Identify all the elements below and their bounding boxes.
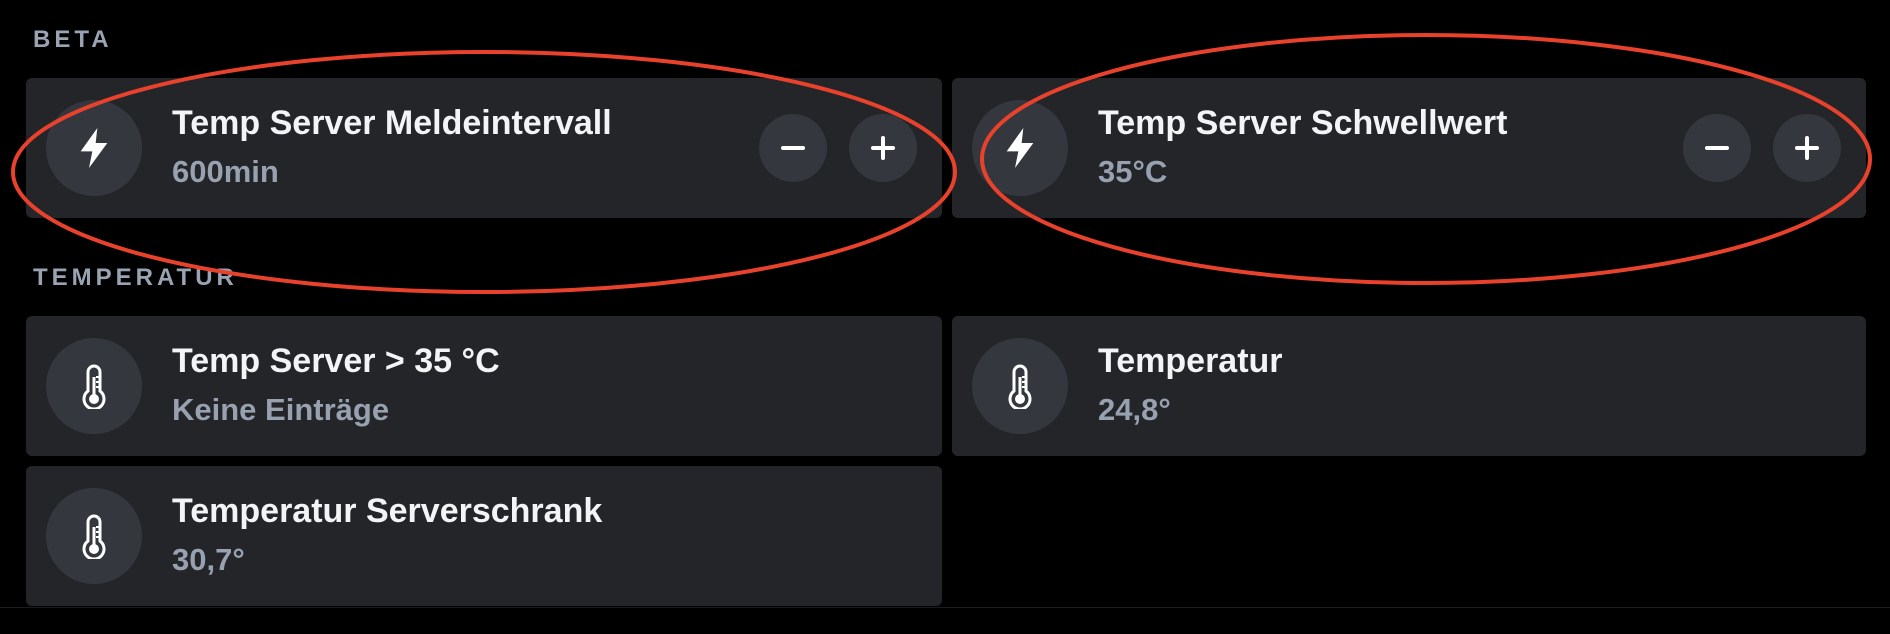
section-title-beta: BETA	[33, 26, 113, 53]
card-temperatur[interactable]: Temperatur 24,8°	[952, 316, 1866, 456]
card-title: Temp Server Meldeintervall	[172, 104, 612, 142]
card-title: Temp Server > 35 °C	[172, 342, 500, 380]
card-title: Temperatur Serverschrank	[172, 492, 603, 530]
plus-icon	[1795, 136, 1819, 160]
card-serverschrank[interactable]: Temperatur Serverschrank 30,7°	[26, 466, 942, 606]
minus-icon	[1705, 146, 1729, 150]
card-temp-alert[interactable]: Temp Server > 35 °C Keine Einträge	[26, 316, 942, 456]
card-value: 24,8°	[1098, 392, 1171, 427]
thermometer-icon	[46, 488, 142, 584]
card-title: Temperatur	[1098, 342, 1283, 380]
decrement-button[interactable]	[759, 114, 827, 182]
card-schwellwert[interactable]: Temp Server Schwellwert 35°C	[952, 78, 1866, 218]
plus-icon	[871, 136, 895, 160]
decrement-button[interactable]	[1683, 114, 1751, 182]
card-title: Temp Server Schwellwert	[1098, 104, 1508, 142]
thermometer-icon	[46, 338, 142, 434]
card-value: Keine Einträge	[172, 392, 390, 427]
bottom-divider	[0, 607, 1890, 608]
dashboard: BETA Temp Server Meldeintervall 600min T…	[0, 0, 1890, 634]
section-title-temperatur: TEMPERATUR	[33, 264, 238, 291]
increment-button[interactable]	[1773, 114, 1841, 182]
card-value: 35°C	[1098, 154, 1168, 189]
card-meldeintervall[interactable]: Temp Server Meldeintervall 600min	[26, 78, 942, 218]
minus-icon	[781, 146, 805, 150]
lightning-icon	[972, 100, 1068, 196]
card-value: 30,7°	[172, 542, 245, 577]
increment-button[interactable]	[849, 114, 917, 182]
card-value: 600min	[172, 154, 279, 189]
lightning-icon	[46, 100, 142, 196]
thermometer-icon	[972, 338, 1068, 434]
